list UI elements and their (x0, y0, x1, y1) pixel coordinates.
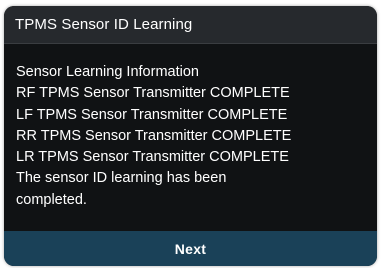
completion-message-line-1: The sensor ID learning has been (16, 170, 227, 187)
dialog-content: Sensor Learning Information RF TPMS Sens… (16, 62, 369, 211)
info-heading: Sensor Learning Information (16, 64, 199, 80)
next-button[interactable]: Next (4, 231, 377, 266)
status-line-rr: RR TPMS Sensor Transmitter COMPLETE (16, 127, 292, 144)
next-button-label: Next (174, 240, 207, 257)
status-line-lr: LR TPMS Sensor Transmitter COMPLETE (16, 149, 289, 166)
dialog-title: TPMS Sensor ID Learning (15, 16, 193, 33)
status-line-lf: LF TPMS Sensor Transmitter COMPLETE (16, 106, 288, 123)
tpms-dialog: TPMS Sensor ID Learning Sensor Learning … (4, 6, 377, 266)
status-line-rf: RF TPMS Sensor Transmitter COMPLETE (16, 85, 290, 102)
completion-message-line-2: completed. (16, 191, 87, 208)
dialog-title-bar: TPMS Sensor ID Learning (4, 6, 377, 44)
